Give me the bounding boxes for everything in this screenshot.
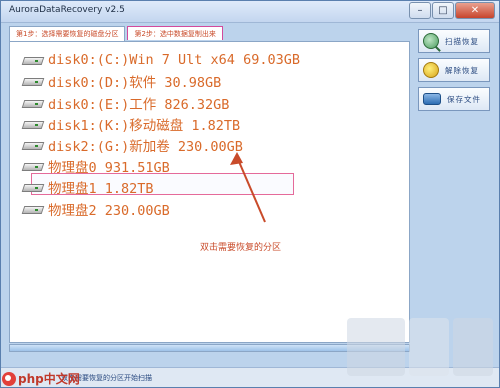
partition-item[interactable]: disk0:(E:)工作 826.32GB bbox=[21, 93, 230, 113]
partition-label: disk2:(G:)新加卷 230.00GB bbox=[48, 139, 243, 155]
corner-watermark-icon bbox=[347, 318, 493, 376]
partition-label: disk0:(D:)软件 30.98GB bbox=[48, 75, 222, 91]
save-file-button[interactable]: 保存文件 bbox=[418, 87, 490, 111]
drive-icon bbox=[21, 160, 45, 172]
tab-step-1[interactable]: 第1步：选择需要恢复的磁盘分区 bbox=[9, 26, 126, 41]
drive-icon bbox=[21, 75, 45, 87]
drive-icon bbox=[21, 181, 45, 193]
drive-icon bbox=[21, 118, 45, 130]
drive-icon bbox=[21, 54, 45, 66]
drive-icon bbox=[21, 139, 45, 151]
partition-item-selected[interactable]: disk2:(G:)新加卷 230.00GB bbox=[21, 135, 243, 155]
drive-icon bbox=[21, 97, 45, 109]
partition-item[interactable]: 物理盘2 230.00GB bbox=[21, 199, 170, 219]
partition-item[interactable]: disk0:(C:)Win 7 Ult x64 69.03GB bbox=[21, 50, 300, 70]
minimize-button[interactable]: – bbox=[409, 2, 431, 19]
scan-recover-button[interactable]: 扫描恢复 bbox=[418, 29, 490, 53]
partition-label: disk0:(E:)工作 826.32GB bbox=[48, 97, 230, 113]
partition-item[interactable]: disk0:(D:)软件 30.98GB bbox=[21, 71, 222, 91]
drive-icon bbox=[21, 203, 45, 215]
partition-label: disk1:(K:)移动磁盘 1.82TB bbox=[48, 118, 241, 134]
partition-label: disk0:(C:)Win 7 Ult x64 69.03GB bbox=[48, 52, 300, 68]
step-tabs: 第1步：选择需要恢复的磁盘分区 第2步：选中数据复制出来 bbox=[9, 26, 225, 41]
save-icon bbox=[423, 93, 441, 105]
watermark-text: php中文网 bbox=[18, 372, 80, 386]
php-watermark: php中文网 bbox=[2, 370, 80, 387]
annotation-text: 双击需要恢复的分区 bbox=[200, 243, 282, 253]
partition-item[interactable]: 物理盘0 931.51GB bbox=[21, 156, 170, 176]
title-bar[interactable]: AuroraDataRecovery v2.5 – □ ✕ bbox=[1, 1, 499, 23]
window-title: AuroraDataRecovery v2.5 bbox=[9, 5, 125, 15]
window-controls: – □ ✕ bbox=[409, 2, 495, 19]
partition-item[interactable]: disk1:(K:)移动磁盘 1.82TB bbox=[21, 114, 241, 134]
partition-list: disk0:(C:)Win 7 Ult x64 69.03GB disk0:(D… bbox=[9, 41, 410, 343]
scan-icon bbox=[423, 33, 439, 49]
partition-label: 物理盘1 1.82TB bbox=[48, 181, 154, 197]
maximize-button[interactable]: □ bbox=[432, 2, 454, 19]
partition-label: 物理盘2 230.00GB bbox=[48, 203, 170, 219]
close-button[interactable]: ✕ bbox=[455, 2, 495, 19]
partition-item[interactable]: 物理盘1 1.82TB bbox=[21, 177, 154, 197]
scan-recover-label: 扫描恢复 bbox=[445, 36, 479, 46]
save-file-label: 保存文件 bbox=[447, 94, 481, 104]
tab-step-2[interactable]: 第2步：选中数据复制出来 bbox=[127, 26, 223, 40]
cancel-recover-label: 解除恢复 bbox=[445, 65, 479, 75]
partition-label: 物理盘0 931.51GB bbox=[48, 160, 170, 176]
cancel-recover-button[interactable]: 解除恢复 bbox=[418, 58, 490, 82]
watermark-logo-icon bbox=[2, 371, 16, 386]
restore-icon bbox=[423, 62, 439, 78]
